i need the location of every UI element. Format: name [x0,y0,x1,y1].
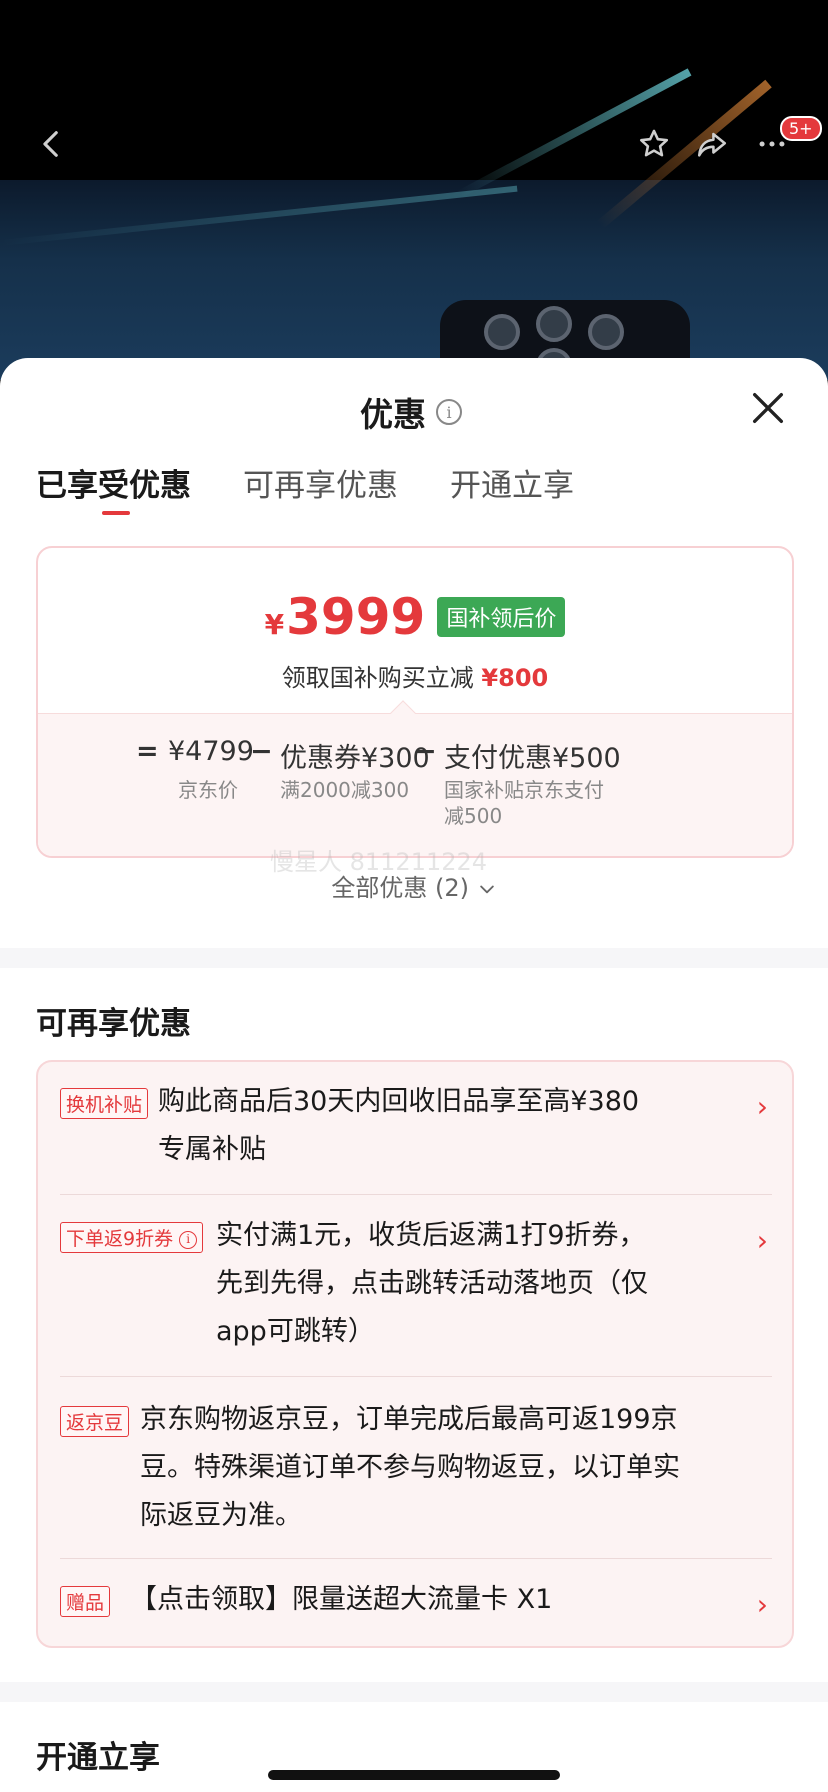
equals-sign: = [136,736,159,767]
info-icon: i [179,1230,198,1249]
final-price: ¥ 3999 [265,588,426,646]
section-divider [0,1682,828,1702]
offer-jd-beans: 返京豆 京东购物返京豆，订单完成后最高可返199京 豆。特殊渠道订单不参与购物返… [60,1402,772,1542]
offer-trade-in[interactable]: 换机补贴 购此商品后30天内回收旧品享至高¥380 专属补贴 › [60,1084,772,1180]
subtitle-amount: ¥800 [481,664,549,692]
close-button[interactable] [748,388,788,428]
price-formula: = ¥4799 − 优惠券¥300 − 支付优惠¥500 京东价 满2000减3… [38,700,792,856]
info-icon[interactable]: i [436,399,462,425]
all-offers-label: 全部优惠 (2) [331,874,469,902]
chevron-left-icon [43,131,58,157]
more-offers-list: 换机补贴 购此商品后30天内回收旧品享至高¥380 专属补贴 › 下单返9折券 … [36,1060,794,1648]
coupon-discount: 优惠券¥300 [280,743,430,774]
price-subtitle: 领取国补购买立减 ¥800 [38,658,792,693]
offer-line: 实付满1元，收货后返满1打9折券， [216,1220,646,1251]
coupon-label: 满2000减300 [280,778,410,802]
payment-label-line1: 国家补贴京东支付 [444,778,604,802]
offer-tag: 返京豆 [60,1406,130,1437]
chevron-down-icon [479,885,494,894]
offer-text: 实付满1元，收货后返满1打9折券， 先到先得，点击跳转活动落地页（仅 app可跳… [216,1212,648,1356]
close-icon [753,393,783,423]
sheet-title: 优惠 [360,395,426,434]
offer-coupon-return[interactable]: 下单返9折券 i 实付满1元，收货后返满1打9折券， 先到先得，点击跳转活动落地… [60,1218,772,1368]
currency-symbol: ¥ [264,608,285,641]
activate-section-title: 开通立享 [36,1740,160,1776]
tab-activate[interactable]: 开通立享 [450,460,574,505]
offer-line: 购此商品后30天内回收旧品享至高¥380 [158,1086,640,1117]
offer-text: 京东购物返京豆，订单完成后最高可返199京 豆。特殊渠道订单不参与购物返豆，以订… [140,1396,680,1540]
message-badge: 5+ [780,116,822,141]
favorite-button[interactable] [632,122,676,166]
offer-text: 购此商品后30天内回收旧品享至高¥380 专属补贴 [158,1078,639,1174]
base-price-label: 京东价 [178,778,238,802]
offer-tag: 换机补贴 [60,1088,149,1119]
product-hero: 5+ [0,0,828,380]
product-image [0,68,828,380]
sheet-header: 优惠 i [360,388,462,436]
offers-sheet: 优惠 i 已享受优惠 可再享优惠 开通立享 ¥ 3999 国补领后价 领取国补购… [0,358,828,1792]
chevron-right-icon: › [756,1588,768,1621]
share-button[interactable] [690,122,734,166]
section-divider [0,948,828,968]
minus-sign: − [414,736,437,767]
offer-tabs: 已享受优惠 可再享优惠 开通立享 [36,460,574,515]
star-icon [639,129,669,157]
subsidy-price-tag: 国补领后价 [437,597,566,637]
final-price-value: 3999 [286,588,426,646]
share-icon [697,132,727,157]
offer-line: 豆。特殊渠道订单不参与购物返豆，以订单实 [140,1452,680,1483]
minus-sign: − [250,736,273,767]
all-offers-toggle[interactable]: 全部优惠 (2) [0,868,828,903]
home-indicator [268,1770,560,1780]
more-offers-title: 可再享优惠 [36,1006,191,1042]
offer-tag: 下单返9折券 i [60,1222,204,1253]
offer-tag: 赠品 [60,1586,111,1617]
offer-line: app可跳转） [216,1316,375,1347]
chevron-right-icon: › [756,1224,768,1257]
offer-line: 际返豆为准。 [140,1500,302,1531]
offer-gift[interactable]: 赠品 【点击领取】限量送超大流量卡 X1 › [60,1582,772,1632]
base-price: ¥4799 [168,736,254,767]
offer-line: 先到先得，点击跳转活动落地页（仅 [216,1268,648,1299]
subtitle-text: 领取国补购买立减 [281,664,474,692]
offer-text: 【点击领取】限量送超大流量卡 X1 [130,1584,553,1615]
payment-label-line2: 减500 [444,804,503,828]
tab-enjoyed[interactable]: 已享受优惠 [36,460,191,515]
tab-more-offers[interactable]: 可再享优惠 [243,460,398,505]
chevron-right-icon: › [756,1090,768,1123]
payment-discount: 支付优惠¥500 [444,743,621,774]
price-breakdown-card: ¥ 3999 国补领后价 领取国补购买立减 ¥800 = ¥4799 − 优惠券… [36,546,794,858]
back-button[interactable] [30,122,74,166]
offer-line: 京东购物返京豆，订单完成后最高可返199京 [140,1404,678,1435]
offer-line: 专属补贴 [158,1134,266,1165]
